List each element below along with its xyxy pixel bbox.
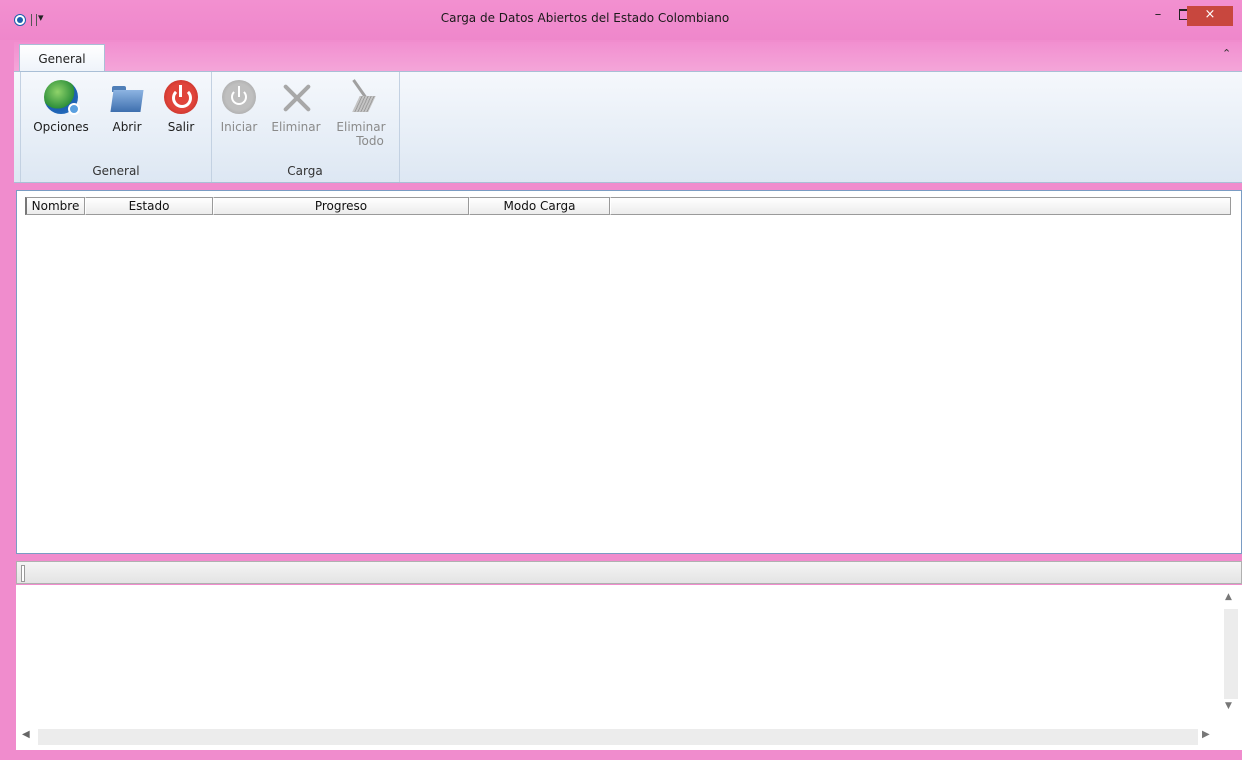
ribbon-group-general: Opciones Abrir Salir General xyxy=(20,72,212,182)
column-header-progreso[interactable]: Progreso xyxy=(213,197,469,215)
eliminar-todo-label: Eliminar Todo xyxy=(331,120,391,148)
abrir-button[interactable]: Abrir xyxy=(105,80,149,134)
opciones-label: Opciones xyxy=(33,120,89,134)
eliminar-label: Eliminar xyxy=(271,120,321,134)
horizontal-scroll-track[interactable] xyxy=(38,729,1198,745)
ribbon-collapse-icon[interactable]: ⌃ xyxy=(1222,47,1231,60)
progress-status-bar xyxy=(16,561,1242,584)
vertical-scrollbar[interactable]: ▲ ▼ xyxy=(1220,585,1242,725)
scroll-left-icon[interactable]: ◀ xyxy=(22,729,30,740)
opciones-button[interactable]: Opciones xyxy=(29,80,93,134)
window-title: Carga de Datos Abiertos del Estado Colom… xyxy=(440,11,730,25)
power-start-icon xyxy=(222,80,256,114)
power-icon xyxy=(164,80,198,114)
files-list-view[interactable]: Nombre Estado Progreso Modo Carga xyxy=(16,190,1242,554)
eliminar-todo-line2: Todo xyxy=(356,134,384,148)
folder-open-icon xyxy=(110,80,144,114)
iniciar-button[interactable]: Iniciar xyxy=(217,80,261,134)
list-column-headers: Nombre Estado Progreso Modo Carga xyxy=(25,197,1231,215)
globe-settings-icon xyxy=(44,80,80,115)
log-text-area[interactable]: ▲ ▼ ◀ ▶ xyxy=(16,585,1242,750)
scroll-down-icon[interactable]: ▼ xyxy=(1225,701,1232,711)
abrir-label: Abrir xyxy=(112,120,142,134)
ribbon-panel: Opciones Abrir Salir General Iniciar Eli… xyxy=(14,71,1242,183)
title-bar[interactable]: ▾ Carga de Datos Abiertos del Estado Col… xyxy=(0,0,1242,40)
group-label-carga: Carga xyxy=(287,164,323,178)
column-header-modo-carga[interactable]: Modo Carga xyxy=(469,197,610,215)
eliminar-todo-button[interactable]: Eliminar Todo xyxy=(331,80,391,148)
salir-button[interactable]: Salir xyxy=(161,80,201,134)
main-window: ▾ Carga de Datos Abiertos del Estado Col… xyxy=(0,0,1242,760)
group-label-general: General xyxy=(92,164,140,178)
scroll-up-icon[interactable]: ▲ xyxy=(1225,592,1232,602)
iniciar-label: Iniciar xyxy=(220,120,258,134)
column-header-filler xyxy=(610,197,1231,215)
broom-icon xyxy=(344,80,378,114)
minimize-button[interactable]: – xyxy=(1144,6,1172,26)
eliminar-button[interactable]: Eliminar xyxy=(267,80,325,134)
column-header-nombre[interactable]: Nombre xyxy=(25,197,85,215)
delete-x-icon xyxy=(279,80,313,114)
progress-bar xyxy=(21,565,25,582)
column-header-estado[interactable]: Estado xyxy=(85,197,213,215)
eliminar-todo-line1: Eliminar xyxy=(336,120,386,134)
horizontal-scrollbar[interactable]: ◀ ▶ xyxy=(16,726,1242,748)
tab-general[interactable]: General xyxy=(19,44,105,72)
ribbon-tab-strip xyxy=(14,42,1242,72)
close-button[interactable]: × xyxy=(1187,6,1233,26)
vertical-scroll-track[interactable] xyxy=(1224,609,1238,699)
ribbon-group-carga: Iniciar Eliminar Eliminar Todo Carga xyxy=(211,72,400,182)
salir-label: Salir xyxy=(167,120,195,134)
scroll-right-icon[interactable]: ▶ xyxy=(1202,729,1210,740)
